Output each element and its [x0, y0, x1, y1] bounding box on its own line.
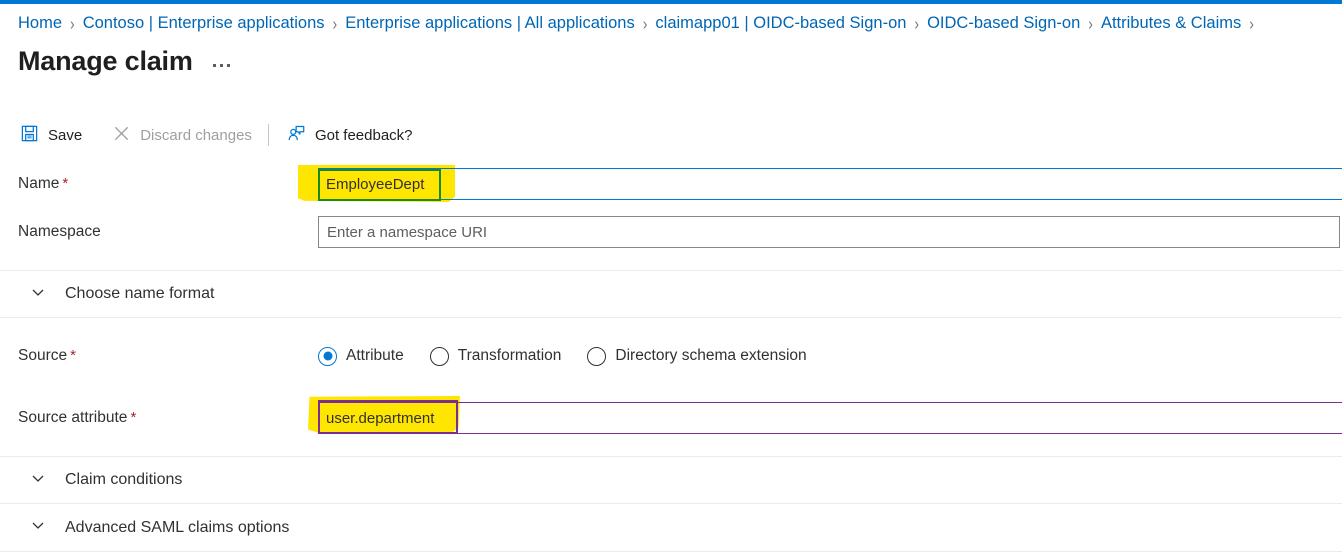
radio-label: Directory schema extension [615, 347, 807, 364]
save-icon [20, 124, 39, 147]
form-spacer [0, 442, 1342, 456]
breadcrumb-item-claimapp01-oidc-based-sign-on[interactable]: claimapp01 | OIDC-based Sign-on [655, 14, 906, 33]
source-radio-group: Attribute Transformation Directory schem… [318, 346, 833, 366]
top-accent-bar [0, 0, 1342, 4]
chevron-down-icon [30, 470, 46, 491]
field-row-name: Name * [0, 160, 1342, 208]
dot [226, 63, 230, 67]
close-x-icon [112, 124, 131, 147]
section-advanced-saml-claims-options[interactable]: Advanced SAML claims options [0, 504, 1342, 552]
breadcrumb-item-oidc-based-sign-on[interactable]: OIDC-based Sign-on [927, 14, 1080, 33]
toolbar-divider [267, 124, 269, 146]
dot [219, 63, 223, 67]
field-row-namespace: Namespace [0, 208, 1342, 256]
person-feedback-icon [287, 124, 306, 147]
namespace-label-text: Namespace [18, 223, 101, 240]
section-label: Choose name format [65, 285, 215, 302]
field-row-source: Source * Attribute Transformation Directo… [0, 332, 1342, 380]
source-label: Source * [0, 347, 318, 365]
breadcrumb-item-attributes-and-claims[interactable]: Attributes & Claims [1101, 14, 1241, 33]
section-choose-name-format[interactable]: Choose name format [0, 270, 1342, 318]
radio-indicator [587, 346, 607, 366]
radio-indicator [429, 346, 449, 366]
radio-indicator [318, 346, 337, 366]
source-label-text: Source [18, 347, 68, 364]
breadcrumb: Home › Contoso | Enterprise applications… [18, 10, 1262, 36]
namespace-label: Namespace [0, 223, 318, 241]
namespace-control [318, 208, 1342, 256]
radio-option-attribute[interactable]: Attribute [318, 346, 404, 366]
source-attribute-input[interactable] [318, 402, 1342, 434]
required-asterisk: * [70, 347, 76, 364]
source-attribute-control [308, 394, 1342, 442]
got-feedback-button[interactable]: Got feedback? [285, 118, 423, 152]
radio-option-directory-schema-extension[interactable]: Directory schema extension [587, 346, 807, 366]
discard-changes-button[interactable]: Discard changes [110, 118, 262, 152]
radio-label: Transformation [457, 347, 562, 364]
page-title: Manage claim [18, 46, 193, 76]
breadcrumb-separator: › [1088, 13, 1093, 33]
breadcrumb-item-home[interactable]: Home [18, 14, 62, 33]
breadcrumb-separator: › [642, 13, 648, 33]
form-spacer [0, 318, 1342, 332]
radio-label: Attribute [346, 347, 404, 364]
save-button[interactable]: Save [18, 118, 92, 152]
breadcrumb-item-contoso-enterprise-applications[interactable]: Contoso | Enterprise applications [83, 14, 325, 33]
breadcrumb-separator: › [332, 13, 338, 33]
source-attribute-label: Source attribute * [0, 409, 318, 427]
more-options-button[interactable] [212, 63, 230, 67]
breadcrumb-separator: › [70, 13, 75, 33]
command-bar: Save Discard changes Got feedback? [18, 118, 423, 152]
dot [212, 63, 216, 67]
got-feedback-label: Got feedback? [314, 126, 413, 144]
source-attribute-label-text: Source attribute [18, 409, 128, 426]
discard-changes-label: Discard changes [140, 126, 252, 144]
name-label-text: Name [18, 175, 60, 192]
name-control [298, 160, 1342, 208]
namespace-input[interactable] [318, 216, 1340, 248]
radio-option-transformation[interactable]: Transformation [429, 346, 562, 366]
name-input[interactable] [318, 168, 1342, 200]
form-spacer [0, 256, 1342, 270]
section-label: Advanced SAML claims options [65, 518, 290, 536]
section-claim-conditions[interactable]: Claim conditions [0, 456, 1342, 504]
required-asterisk: * [62, 175, 69, 192]
breadcrumb-separator-trailing: › [1249, 13, 1254, 33]
chevron-down-icon [30, 284, 46, 305]
page-title-row: Manage claim [18, 44, 230, 78]
field-row-source-attribute: Source attribute * [0, 394, 1342, 442]
breadcrumb-separator: › [914, 13, 920, 33]
name-label: Name * [0, 175, 318, 193]
section-label: Claim conditions [65, 471, 183, 488]
form-spacer [0, 380, 1342, 394]
manage-claim-form: Name* Namespace Choose name format Sourc… [0, 160, 1342, 552]
breadcrumb-item-enterprise-applications-all-applications[interactable]: Enterprise applications | All applicatio… [345, 14, 635, 33]
save-label: Save [48, 126, 83, 144]
chevron-down-icon [30, 517, 46, 538]
source-control: Attribute Transformation Directory schem… [318, 332, 1342, 380]
required-asterisk: * [130, 409, 137, 426]
